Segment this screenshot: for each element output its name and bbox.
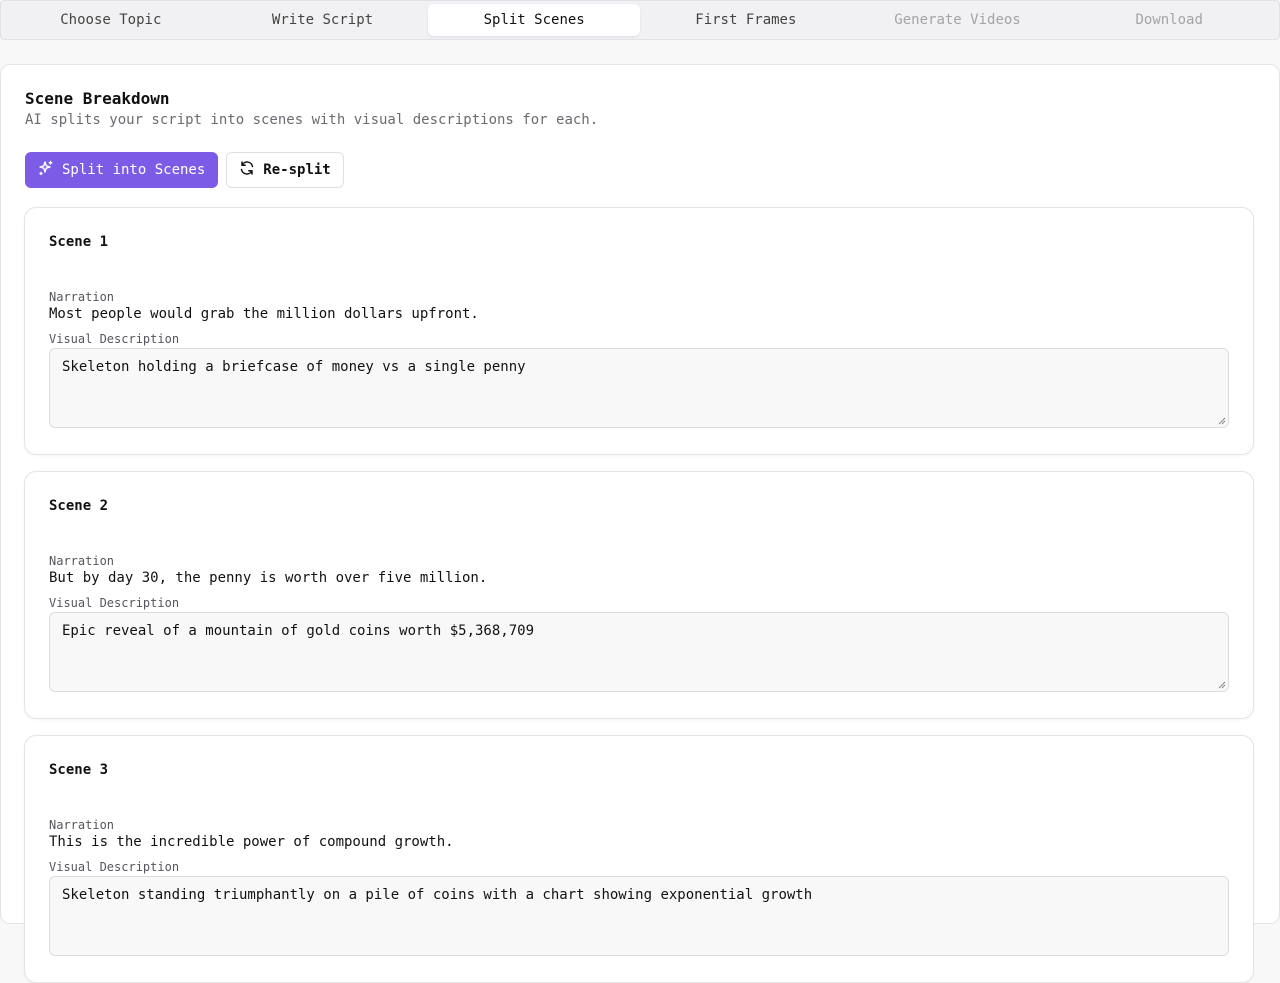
page-title: Scene Breakdown <box>25 89 170 108</box>
visual-description-label: Visual Description <box>49 332 180 346</box>
tab-split-scenes[interactable]: Split Scenes <box>428 4 641 36</box>
tab-write-script[interactable]: Write Script <box>217 4 429 36</box>
visual-description-field[interactable]: Skeleton standing triumphantly on a pile… <box>49 876 1229 956</box>
scene-title: Scene 3 <box>49 762 109 778</box>
sparkles-icon <box>38 160 54 180</box>
scene-card: Scene 1 Narration Most people would grab… <box>24 207 1254 455</box>
resize-handle-icon[interactable] <box>1218 681 1226 689</box>
narration-label: Narration <box>49 554 115 568</box>
tab-choose-topic[interactable]: Choose Topic <box>5 4 217 36</box>
visual-description-field[interactable]: Epic reveal of a mountain of gold coins … <box>49 612 1229 692</box>
narration-text: But by day 30, the penny is worth over f… <box>49 570 488 586</box>
scene-title: Scene 2 <box>49 498 109 514</box>
visual-description-text: Skeleton holding a briefcase of money vs… <box>62 359 526 375</box>
re-split-button[interactable]: Re-split <box>226 152 344 188</box>
visual-description-label: Visual Description <box>49 860 180 874</box>
step-tabs: Choose Topic Write Script Split Scenes F… <box>0 0 1280 40</box>
page-subtitle: AI splits your script into scenes with v… <box>25 112 599 128</box>
narration-text: This is the incredible power of compound… <box>49 834 454 850</box>
tab-download: Download <box>1135 12 1203 28</box>
tab-generate-videos: Generate Videos <box>894 12 1021 28</box>
tab-first-frames[interactable]: First Frames <box>640 4 852 36</box>
narration-text: Most people would grab the million dolla… <box>49 306 479 322</box>
split-button-label: Split into Scenes <box>62 162 206 178</box>
narration-label: Narration <box>49 290 115 304</box>
visual-description-field[interactable]: Skeleton holding a briefcase of money vs… <box>49 348 1229 428</box>
narration-label: Narration <box>49 818 115 832</box>
split-into-scenes-button[interactable]: Split into Scenes <box>25 152 219 188</box>
refresh-icon <box>239 160 255 180</box>
scene-card: Scene 3 Narration This is the incredible… <box>24 735 1254 983</box>
resplit-button-label: Re-split <box>263 162 331 178</box>
visual-description-label: Visual Description <box>49 596 180 610</box>
resize-handle-icon[interactable] <box>1218 417 1226 425</box>
visual-description-text: Epic reveal of a mountain of gold coins … <box>62 623 535 639</box>
scene-card: Scene 2 Narration But by day 30, the pen… <box>24 471 1254 719</box>
scene-title: Scene 1 <box>49 234 109 250</box>
action-buttons: Split into Scenes Re-split <box>25 152 1255 188</box>
visual-description-text: Skeleton standing triumphantly on a pile… <box>62 887 813 903</box>
